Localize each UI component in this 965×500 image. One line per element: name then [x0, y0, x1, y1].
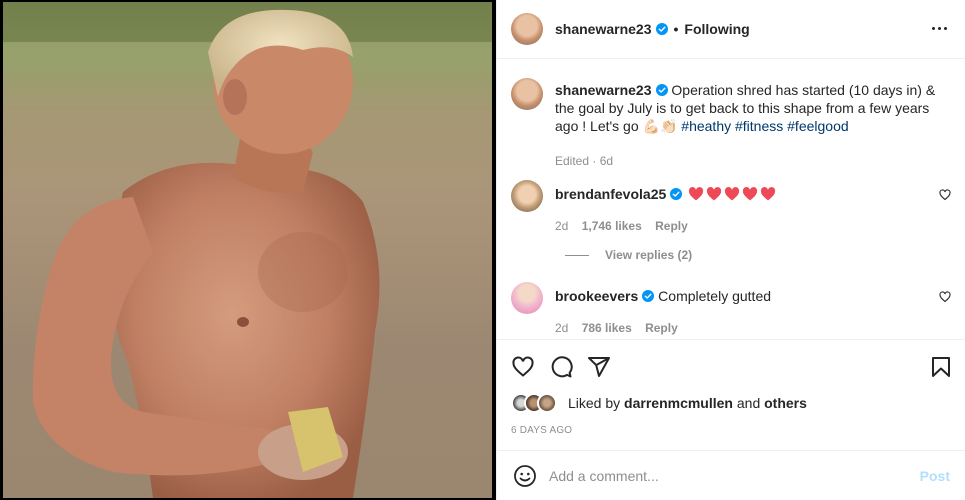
comment-icon[interactable] [549, 355, 573, 379]
commenter-avatar[interactable] [511, 282, 543, 314]
hashtag-link[interactable]: #fitness [735, 118, 783, 134]
post-photo[interactable] [0, 0, 496, 500]
post-image [3, 2, 492, 498]
comment-likes[interactable]: 1,746 likes [582, 219, 642, 233]
hashtag-link[interactable]: #feelgood [787, 118, 849, 134]
reply-button[interactable]: Reply [645, 321, 678, 335]
post-timestamp[interactable]: 6 DAYS AGO [511, 425, 572, 436]
comment-input[interactable] [549, 467, 889, 484]
following-button[interactable]: Following [684, 21, 749, 37]
shirtless-man-photo [3, 2, 492, 498]
liked-by-text: Liked by darrenmcmullen and others [568, 395, 807, 411]
heart-icon[interactable] [511, 355, 535, 379]
author-avatar[interactable] [511, 13, 543, 45]
red-heart-emoji-icon [761, 187, 776, 201]
commenter-avatar[interactable] [511, 180, 543, 212]
bookmark-icon[interactable] [929, 355, 953, 379]
more-options-icon[interactable] [930, 20, 950, 36]
likes-summary: Liked by darrenmcmullen and others [511, 393, 807, 413]
hashtag-link[interactable]: #heathy [681, 118, 731, 134]
comment-item: brendanfevola25 2d 1,746 likes Reply [511, 180, 951, 233]
caption-meta: Edited · 6d [555, 154, 614, 168]
caption-avatar[interactable] [511, 78, 543, 110]
comment-body: brendanfevola25 2d 1,746 likes Reply [555, 186, 951, 233]
verified-badge-icon [655, 84, 668, 96]
verified-badge-icon [642, 290, 655, 302]
post-comment-button[interactable]: Post [920, 468, 950, 484]
reply-button[interactable]: Reply [655, 219, 688, 233]
view-replies-label: View replies (2) [605, 248, 693, 262]
post-caption: shanewarne23 Operation shred has started… [511, 78, 951, 170]
comment-likes[interactable]: 786 likes [582, 321, 632, 335]
caption-username[interactable]: shanewarne23 [555, 82, 652, 98]
comment-meta: 2d 786 likes Reply [555, 321, 951, 335]
replies-divider [565, 254, 589, 256]
view-replies-button[interactable]: View replies (2) [565, 248, 692, 262]
liker-avatar [537, 393, 557, 413]
red-heart-emoji-icon [707, 187, 722, 201]
author-username[interactable]: shanewarne23 [555, 21, 652, 37]
comment-item: brookeevers Completely gutted 2d 786 lik… [511, 282, 951, 335]
emoji-icon[interactable] [513, 464, 537, 488]
comment-line: brookeevers Completely gutted [555, 288, 951, 304]
heart-emojis [688, 187, 776, 201]
liked-by-others[interactable]: others [764, 395, 807, 411]
liked-by-connector: and [736, 395, 761, 411]
comment-meta: 2d 1,746 likes Reply [555, 219, 951, 233]
caption-emojis: 💪🏻👏🏻 [642, 118, 678, 134]
commenter-username[interactable]: brookeevers [555, 288, 638, 304]
add-comment-bar: Post [497, 450, 965, 500]
share-icon[interactable] [587, 355, 611, 379]
post-sidebar: shanewarne23 • Following shanewarne23 Op… [496, 0, 965, 500]
red-heart-emoji-icon [689, 187, 704, 201]
verified-badge-icon [655, 23, 668, 35]
action-bar [497, 339, 965, 399]
comment-time[interactable]: 2d [555, 321, 568, 335]
comment-text: Completely gutted [658, 288, 772, 304]
commenter-username[interactable]: brendanfevola25 [555, 186, 666, 202]
post-header: shanewarne23 • Following [497, 0, 965, 59]
comment-like-icon[interactable] [939, 189, 951, 201]
caption-text-block: shanewarne23 Operation shred has started… [555, 81, 951, 170]
comment-body: brookeevers Completely gutted 2d 786 lik… [555, 288, 951, 335]
comment-time[interactable]: 2d [555, 219, 568, 233]
red-heart-emoji-icon [725, 187, 740, 201]
liked-by-user[interactable]: darrenmcmullen [624, 395, 733, 411]
liked-by-prefix: Liked by [568, 395, 621, 411]
comment-line: brendanfevola25 [555, 186, 951, 202]
red-heart-emoji-icon [743, 187, 758, 201]
separator-dot: • [673, 21, 679, 37]
verified-badge-icon [670, 188, 683, 200]
liker-avatars[interactable] [511, 393, 557, 413]
instagram-post: shanewarne23 • Following shanewarne23 Op… [0, 0, 965, 500]
comment-like-icon[interactable] [939, 291, 951, 303]
